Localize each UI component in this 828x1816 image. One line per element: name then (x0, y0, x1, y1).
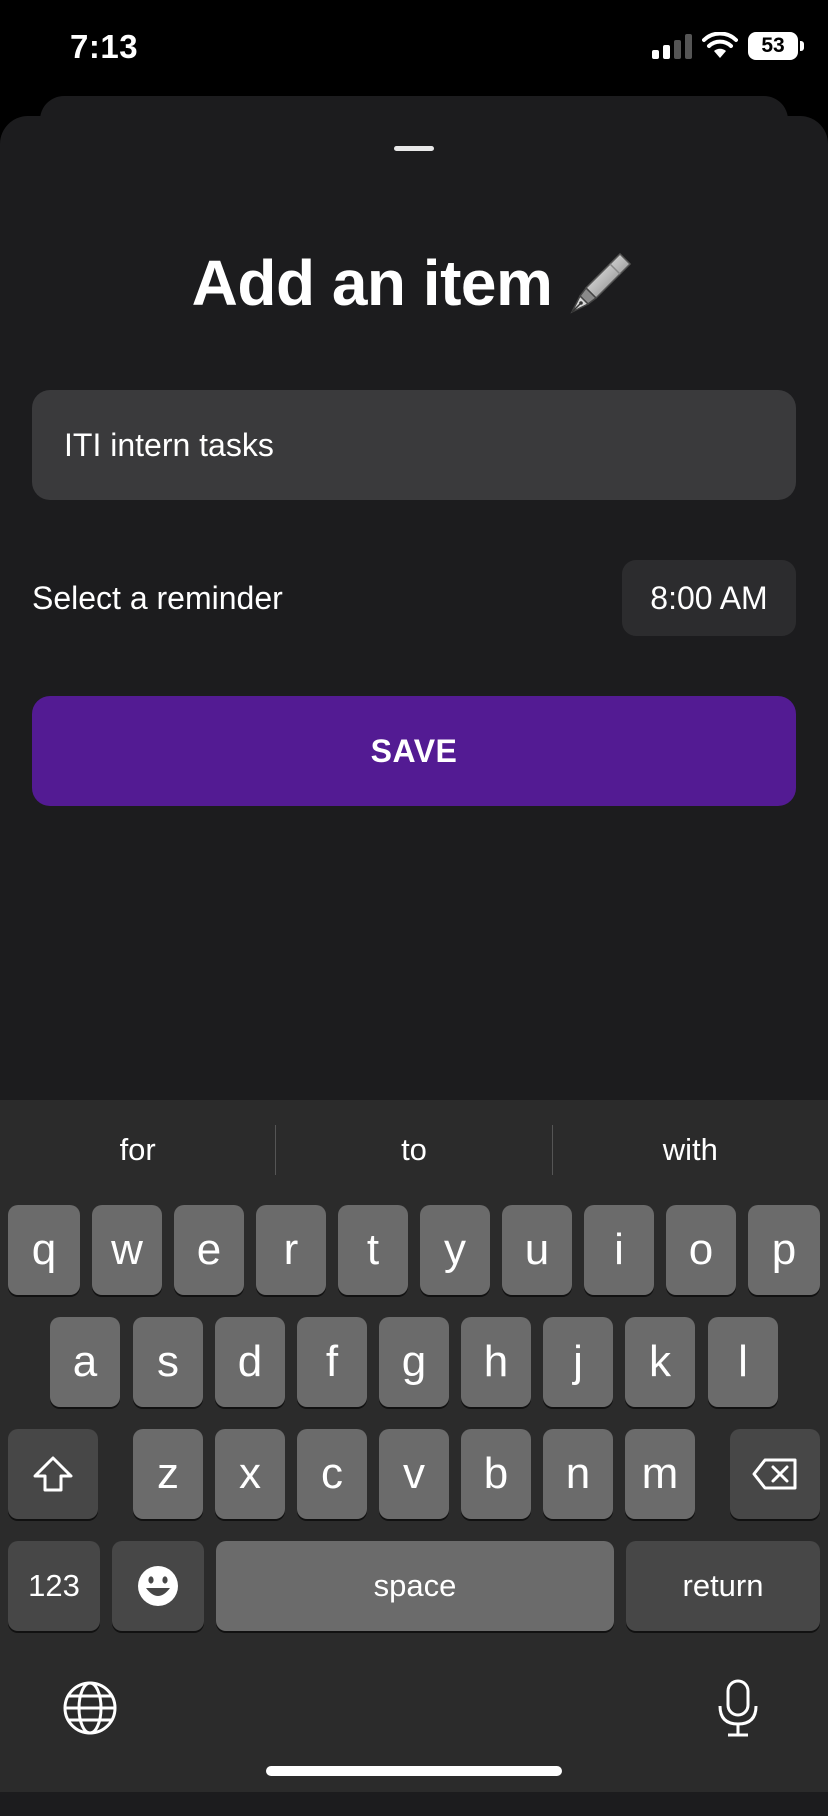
status-bar: 7:13 53 (0, 0, 828, 100)
reminder-time-picker[interactable]: 8:00 AM (622, 560, 796, 636)
key-m[interactable]: m (625, 1429, 695, 1519)
key-f[interactable]: f (297, 1317, 367, 1407)
key-r[interactable]: r (256, 1205, 326, 1295)
key-s[interactable]: s (133, 1317, 203, 1407)
key-h[interactable]: h (461, 1317, 531, 1407)
key-j[interactable]: j (543, 1317, 613, 1407)
globe-icon[interactable] (62, 1680, 118, 1736)
key-d[interactable]: d (215, 1317, 285, 1407)
key-q[interactable]: q (8, 1205, 80, 1295)
sheet-grabber[interactable] (394, 146, 434, 151)
key-k[interactable]: k (625, 1317, 695, 1407)
reminder-label: Select a reminder (32, 580, 283, 616)
key-g[interactable]: g (379, 1317, 449, 1407)
key-n[interactable]: n (543, 1429, 613, 1519)
key-w[interactable]: w (92, 1205, 162, 1295)
item-name-input[interactable]: ITI intern tasks (32, 390, 796, 500)
page-title: Add an item (191, 247, 553, 319)
key-u[interactable]: u (502, 1205, 572, 1295)
return-key[interactable]: return (626, 1541, 820, 1631)
key-l[interactable]: l (708, 1317, 778, 1407)
keyboard: for to with q w e r t y u i o p a s d f … (0, 1100, 828, 1792)
save-button[interactable]: SAVE (32, 696, 796, 806)
battery-icon: 53 (748, 32, 804, 60)
emoji-icon (138, 1566, 178, 1606)
key-t[interactable]: t (338, 1205, 408, 1295)
home-indicator (266, 1766, 562, 1776)
key-z[interactable]: z (133, 1429, 203, 1519)
status-time: 7:13 (70, 28, 139, 65)
key-v[interactable]: v (379, 1429, 449, 1519)
key-o[interactable]: o (666, 1205, 736, 1295)
shift-icon (33, 1456, 73, 1492)
key-b[interactable]: b (461, 1429, 531, 1519)
title-row: Add an item (0, 246, 828, 320)
suggestion-3[interactable]: with (553, 1132, 828, 1168)
key-y[interactable]: y (420, 1205, 490, 1295)
microphone-icon[interactable] (716, 1678, 760, 1738)
delete-key[interactable] (730, 1429, 820, 1519)
fountain-pen-icon (570, 252, 632, 314)
key-a[interactable]: a (50, 1317, 120, 1407)
space-key[interactable]: space (216, 1541, 614, 1631)
key-x[interactable]: x (215, 1429, 285, 1519)
status-icons: 53 (652, 32, 804, 60)
battery-level: 53 (761, 34, 785, 57)
suggestion-1[interactable]: for (0, 1132, 275, 1168)
wifi-icon (702, 32, 738, 58)
suggestion-bar: for to with (0, 1100, 828, 1200)
numbers-key[interactable]: 123 (8, 1541, 100, 1631)
cellular-signal-icon (652, 33, 692, 59)
suggestion-2[interactable]: to (276, 1132, 551, 1168)
backspace-icon (752, 1458, 797, 1490)
key-i[interactable]: i (584, 1205, 654, 1295)
key-e[interactable]: e (174, 1205, 244, 1295)
reminder-time-value: 8:00 AM (650, 579, 768, 616)
item-name-value: ITI intern tasks (64, 426, 274, 463)
emoji-key[interactable] (112, 1541, 204, 1631)
shift-key[interactable] (8, 1429, 98, 1519)
key-c[interactable]: c (297, 1429, 367, 1519)
key-p[interactable]: p (748, 1205, 820, 1295)
